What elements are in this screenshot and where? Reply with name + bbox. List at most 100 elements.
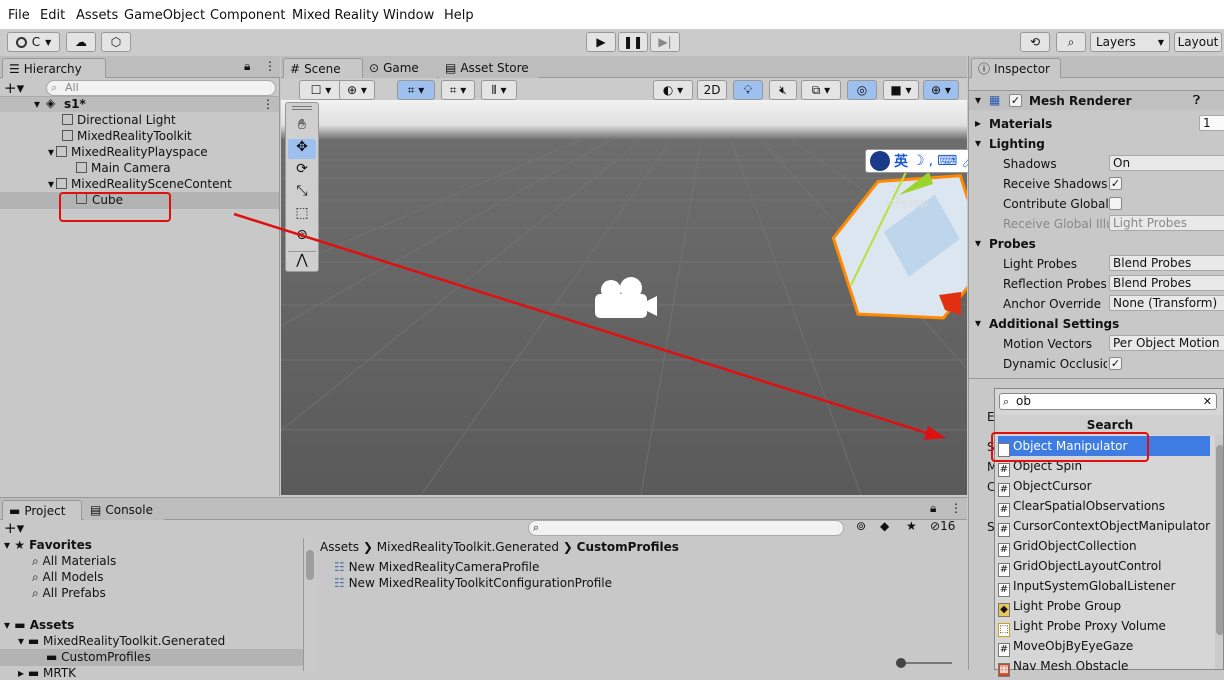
lock-icon[interactable]: 🔒︎	[930, 501, 936, 516]
camera-dropdown[interactable]: ■ ▾	[883, 80, 919, 100]
tab-inspector[interactable]: ⓘ Inspector	[971, 58, 1061, 78]
hidden-packages-icon[interactable]: ⊘16	[930, 519, 955, 533]
filter-type-icon[interactable]: ⊚	[856, 519, 866, 533]
draw-mode-dropdown[interactable]: ☐ ▾	[299, 80, 343, 100]
favorites-header[interactable]: ▾ ★ Favorites	[4, 538, 92, 552]
project-search-input[interactable]: ⌕	[528, 520, 844, 536]
hierarchy-item-directional-light[interactable]: Directional Light	[62, 113, 176, 127]
cast-shadows-dropdown[interactable]: On	[1109, 155, 1224, 171]
hierarchy-item-scene-content[interactable]: ▾ MixedRealitySceneContent	[48, 177, 232, 191]
audio-toggle[interactable]: 🔇︎	[769, 80, 797, 100]
assets-header[interactable]: ▾ ▬ Assets	[4, 618, 74, 632]
list-item[interactable]: # ClearSpatialObservations	[998, 496, 1210, 517]
receive-gi-dropdown[interactable]: Light Probes	[1109, 215, 1224, 231]
shading-dropdown[interactable]: ◐ ▾	[653, 80, 693, 100]
breadcrumb-custom-profiles[interactable]: CustomProfiles	[577, 540, 679, 554]
search-button[interactable]: ⌕	[1056, 32, 1086, 52]
additional-settings-section[interactable]: Additional Settings	[989, 317, 1119, 331]
hand-tool-icon[interactable]: ✋︎	[288, 117, 316, 137]
grid-dropdown[interactable]: ⌗ ▾	[441, 80, 475, 100]
dynamic-occlusion-checkbox[interactable]: ✓	[1109, 357, 1122, 370]
file-config-profile[interactable]: ☷ New MixedRealityToolkitConfigurationPr…	[334, 576, 612, 590]
collab-button[interactable]: ⬡	[101, 32, 131, 52]
folder-mrtk-generated[interactable]: ▾ ▬ MixedRealityToolkit.Generated	[18, 634, 225, 648]
materials-label[interactable]: Materials	[989, 117, 1052, 131]
component-search-input[interactable]: ⌕ ob ✕	[999, 393, 1217, 410]
list-item[interactable]: ⬚ Light Probe Proxy Volume	[998, 616, 1210, 637]
account-dropdown[interactable]: C ▼	[7, 32, 60, 52]
list-item[interactable]: ◆ Light Probe Group	[998, 596, 1210, 617]
hidden-objects-toggle[interactable]: ◎	[847, 80, 877, 100]
transform-tool-icon[interactable]: ⊛	[288, 227, 316, 247]
list-item[interactable]: # InputSystemGlobalListener	[998, 576, 1210, 597]
play-button[interactable]: ▶	[586, 32, 616, 52]
hierarchy-search-input[interactable]: ⌕ All	[46, 80, 276, 96]
help-icon[interactable]: ❓︎	[1193, 93, 1200, 108]
lighting-toggle[interactable]: 💡︎	[733, 80, 763, 100]
zoom-slider[interactable]	[896, 658, 952, 668]
gizmos-dropdown[interactable]: ⊕ ▾	[923, 80, 959, 100]
rotate-tool-icon[interactable]: ⟳	[288, 161, 316, 181]
list-item[interactable]: # CursorContextObjectManipulator	[998, 516, 1210, 537]
punct-icon[interactable]: ,	[929, 153, 933, 169]
layout-dropdown[interactable]: Layout	[1174, 32, 1222, 52]
menu-component[interactable]: Component	[210, 8, 285, 23]
scene-row[interactable]: ▾ ◈ s1* ⋮	[0, 96, 279, 112]
probes-section[interactable]: Probes	[989, 237, 1036, 251]
add-button[interactable]: +▾	[4, 79, 24, 97]
history-button[interactable]: ⟲	[1020, 32, 1050, 52]
menu-edit[interactable]: Edit	[40, 8, 65, 23]
keyboard-icon[interactable]: ⌨	[937, 153, 957, 169]
reflection-probes-dropdown[interactable]: Blend Probes	[1109, 275, 1224, 291]
more-icon[interactable]: ⋮	[950, 501, 962, 515]
star-icon[interactable]: ★	[906, 519, 917, 533]
tab-hierarchy[interactable]: ☰ Hierarchy	[2, 58, 106, 78]
receive-shadows-checkbox[interactable]: ✓	[1109, 177, 1122, 190]
zoom-slider-thumb[interactable]	[896, 658, 906, 668]
menu-gameobject[interactable]: GameObject	[124, 8, 205, 23]
scale-tool-icon[interactable]: ⤡	[288, 183, 316, 203]
menu-window[interactable]: Window	[383, 8, 434, 23]
clear-icon[interactable]: ✕	[1203, 394, 1212, 409]
favorite-all-materials[interactable]: ⌕ All Materials	[32, 554, 116, 569]
create-button[interactable]: +▾	[4, 519, 24, 537]
lighting-section[interactable]: Lighting	[989, 137, 1045, 151]
lock-icon[interactable]: 🔒︎	[244, 59, 250, 74]
list-item[interactable]: # GridObjectCollection	[998, 536, 1210, 557]
list-item[interactable]: # ObjectCursor	[998, 476, 1210, 497]
layers-dropdown[interactable]: Layers ▼	[1090, 32, 1170, 52]
anchor-override-field[interactable]: None (Transform)	[1109, 295, 1224, 311]
perspective-label[interactable]: <Persp	[885, 196, 928, 210]
more-icon[interactable]: ⋮	[264, 59, 276, 73]
menu-file[interactable]: File	[8, 8, 30, 23]
list-item[interactable]: # MoveObjByEyeGaze	[998, 636, 1210, 657]
custom-tool-icon[interactable]: ⋀	[288, 251, 316, 271]
scrollbar[interactable]	[1215, 435, 1223, 669]
hierarchy-item-main-camera[interactable]: Main Camera	[76, 161, 171, 175]
camera-gizmo-icon[interactable]	[589, 274, 659, 324]
tab-project[interactable]: ▬ Project	[2, 500, 82, 520]
mode-2d-button[interactable]: 2D	[697, 80, 727, 100]
more-icon[interactable]: ⋮	[262, 97, 274, 111]
materials-size-field[interactable]: 1	[1199, 115, 1224, 131]
folder-custom-profiles[interactable]: ▬ CustomProfiles	[0, 649, 303, 666]
step-button[interactable]: ▶|	[650, 32, 680, 52]
breadcrumb-mrtk-generated[interactable]: MixedRealityToolkit.Generated	[377, 540, 559, 554]
menu-assets[interactable]: Assets	[76, 8, 118, 23]
increment-dropdown[interactable]: ⦀ ▾	[481, 80, 517, 100]
motion-vectors-dropdown[interactable]: Per Object Motion	[1109, 335, 1224, 351]
snap-toggle[interactable]: ⌗ ▾	[397, 80, 435, 100]
grip-icon[interactable]	[292, 106, 312, 110]
pause-button[interactable]: ❚❚	[618, 32, 648, 52]
favorite-all-prefabs[interactable]: ⌕ All Prefabs	[32, 586, 106, 601]
breadcrumb-assets[interactable]: Assets	[320, 540, 359, 554]
cloud-button[interactable]: ☁	[66, 32, 96, 52]
favorite-all-models[interactable]: ⌕ All Models	[32, 570, 104, 585]
menu-help[interactable]: Help	[444, 8, 474, 23]
list-item[interactable]: ▦ Nav Mesh Obstacle	[998, 656, 1210, 677]
tab-asset-store[interactable]: ▤ Asset Store	[439, 58, 539, 78]
label-icon[interactable]: ◆	[880, 519, 889, 533]
tab-console[interactable]: ▤ Console	[84, 500, 164, 520]
hierarchy-item-playspace[interactable]: ▾ MixedRealityPlayspace	[48, 145, 208, 159]
tab-scene[interactable]: # Scene	[283, 58, 363, 78]
